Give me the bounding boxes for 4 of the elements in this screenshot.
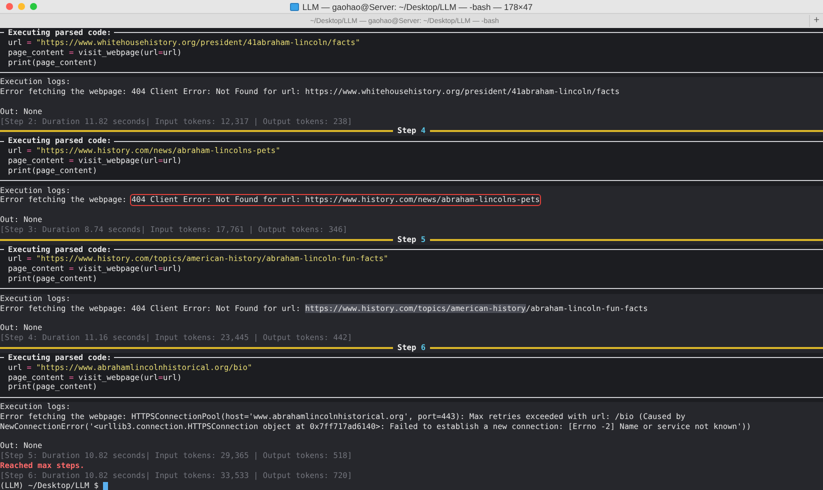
new-tab-button[interactable]: +	[809, 15, 823, 27]
window-title: LLM — gaohao@Server: ~/Desktop/LLM — -bash — 178×47	[302, 2, 533, 12]
text-cursor	[102, 482, 108, 490]
terminal-icon	[290, 2, 300, 10]
